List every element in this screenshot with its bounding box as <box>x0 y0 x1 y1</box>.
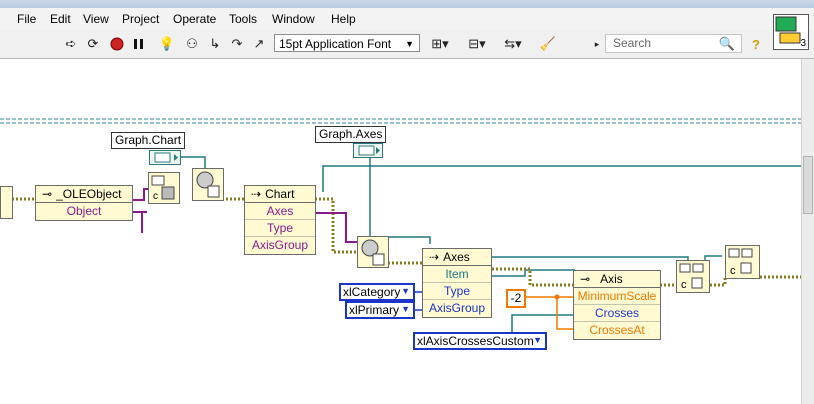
axes-row-type[interactable]: Type <box>423 282 491 299</box>
graph-chart-label: Graph.Chart <box>111 132 186 149</box>
svg-text:c: c <box>153 191 158 202</box>
close-reference-icon[interactable]: c <box>676 260 710 293</box>
graph-axes-refnum[interactable] <box>353 143 383 158</box>
vi-icon[interactable]: 3 <box>773 14 809 50</box>
pause-icon[interactable] <box>130 35 148 53</box>
block-diagram[interactable]: Graph.Chart Graph.Axes ⊸ _OLEObject Obje… <box>0 59 801 404</box>
vi-icon-label: 3 <box>800 38 806 49</box>
xlprimary-ring[interactable]: xlPrimary ▼ <box>345 301 415 319</box>
step-out-icon[interactable]: ↗ <box>250 35 268 53</box>
run-arrow-icon[interactable]: ➪ <box>62 35 80 53</box>
menu-edit[interactable]: Edit <box>50 12 71 26</box>
xlcategory-label: xlCategory <box>343 285 401 299</box>
axis-row-minimumscale[interactable]: MinimumScale <box>574 288 660 304</box>
menu-tools[interactable]: Tools <box>229 12 257 26</box>
axis-node-header: ⊸ Axis <box>574 271 660 288</box>
wires-layer <box>0 118 801 333</box>
svg-text:c: c <box>681 279 687 291</box>
axis-node-title: Axis <box>600 272 623 286</box>
title-bar <box>0 0 814 8</box>
font-select[interactable]: 15pt Application Font ▼ <box>274 34 420 52</box>
menu-window[interactable]: Window <box>272 12 315 26</box>
ole-object-node[interactable]: ⊸ _OLEObject Object <box>35 185 133 221</box>
key-icon: ⊸ <box>42 187 53 201</box>
axis-property-node[interactable]: ⊸ Axis MinimumScale Crosses CrossesAt <box>573 270 661 340</box>
xlcategory-ring[interactable]: xlCategory ▼ <box>339 283 415 301</box>
chevron-down-icon: ▼ <box>401 304 410 314</box>
chevron-down-icon: ▼ <box>401 286 410 296</box>
ole-object-title: _OLEObject <box>56 187 122 201</box>
axes-node-title: Axes <box>443 250 470 264</box>
to-axes-variant-icon[interactable] <box>357 236 389 268</box>
search-arrow-icon: ▸ <box>594 38 600 49</box>
highlight-bulb-icon[interactable]: 💡 <box>158 35 176 53</box>
menu-view[interactable]: View <box>83 12 109 26</box>
chart-property-node[interactable]: ⇢ Chart Axes Type AxisGroup <box>244 185 316 255</box>
ole-object-header: ⊸ _OLEObject <box>36 186 132 203</box>
axes-row-item[interactable]: Item <box>423 266 491 282</box>
left-node-edge <box>0 186 13 219</box>
distribute-icon[interactable]: ⊟▾ <box>464 35 490 53</box>
variant-to-data-icon[interactable] <box>192 168 224 201</box>
property-arrow-icon: ⇢ <box>251 187 262 201</box>
xlaxiscrossescustom-label: xlAxisCrossesCustom <box>417 334 534 348</box>
neg-two-constant[interactable]: -2 <box>506 289 526 308</box>
method-arrow-icon: ⇢ <box>429 250 440 264</box>
scrollbar-thumb[interactable] <box>803 156 813 214</box>
font-select-value: 15pt Application Font <box>279 37 392 51</box>
chart-row-axes[interactable]: Axes <box>245 203 315 219</box>
chart-row-axisgroup[interactable]: AxisGroup <box>245 236 315 253</box>
axis-row-crossesat[interactable]: CrossesAt <box>574 321 660 338</box>
cleanup-icon[interactable]: 🧹 <box>536 35 560 53</box>
menu-bar: File Edit View Project Operate Tools Win… <box>0 8 814 30</box>
ole-object-row: Object <box>66 204 102 218</box>
xlprimary-label: xlPrimary <box>349 303 399 317</box>
axes-node-header: ⇢ Axes <box>423 249 491 266</box>
close-reference-icon-2[interactable]: c <box>725 245 760 279</box>
reorder-icon[interactable]: ⇆▾ <box>500 35 526 53</box>
menu-operate[interactable]: Operate <box>173 12 216 26</box>
key-icon: ⊸ <box>580 272 591 286</box>
run-continuous-icon[interactable]: ⟳ <box>84 35 102 53</box>
axis-row-crosses[interactable]: Crosses <box>574 304 660 321</box>
axes-row-axisgroup[interactable]: AxisGroup <box>423 299 491 316</box>
menu-help[interactable]: Help <box>331 12 356 26</box>
toolbar: ➪ ⟳ 💡 ⚇ ↳ ↷ ↗ 15pt Application Font ▼ ⊞▾… <box>0 30 814 59</box>
vertical-scrollbar[interactable] <box>801 59 814 404</box>
retain-wire-icon[interactable]: ⚇ <box>183 35 201 53</box>
help-icon[interactable]: ? <box>747 35 765 53</box>
graph-axes-label: Graph.Axes <box>315 126 387 143</box>
menu-file[interactable]: File <box>17 12 36 26</box>
chevron-down-icon: ▼ <box>533 335 542 345</box>
search-placeholder: Search <box>613 36 652 50</box>
chevron-down-icon: ▼ <box>405 39 414 49</box>
chart-row-type[interactable]: Type <box>245 219 315 236</box>
step-into-icon[interactable]: ↳ <box>206 35 224 53</box>
align-icon[interactable]: ⊞▾ <box>428 35 452 53</box>
svg-text:c: c <box>730 265 736 277</box>
abort-icon[interactable] <box>108 35 126 53</box>
xlaxiscrossescustom-ring[interactable]: xlAxisCrossesCustom ▼ <box>413 332 547 350</box>
graph-chart-refnum[interactable] <box>149 150 181 165</box>
search-icon[interactable]: 🔍 <box>718 35 736 53</box>
step-over-icon[interactable]: ↷ <box>228 35 246 53</box>
chart-node-title: Chart <box>265 187 295 201</box>
axes-method-node[interactable]: ⇢ Axes Item Type AxisGroup <box>422 248 492 318</box>
chart-node-header: ⇢ Chart <box>245 186 315 203</box>
to-more-specific-icon[interactable]: c <box>148 172 180 204</box>
menu-project[interactable]: Project <box>122 12 159 26</box>
